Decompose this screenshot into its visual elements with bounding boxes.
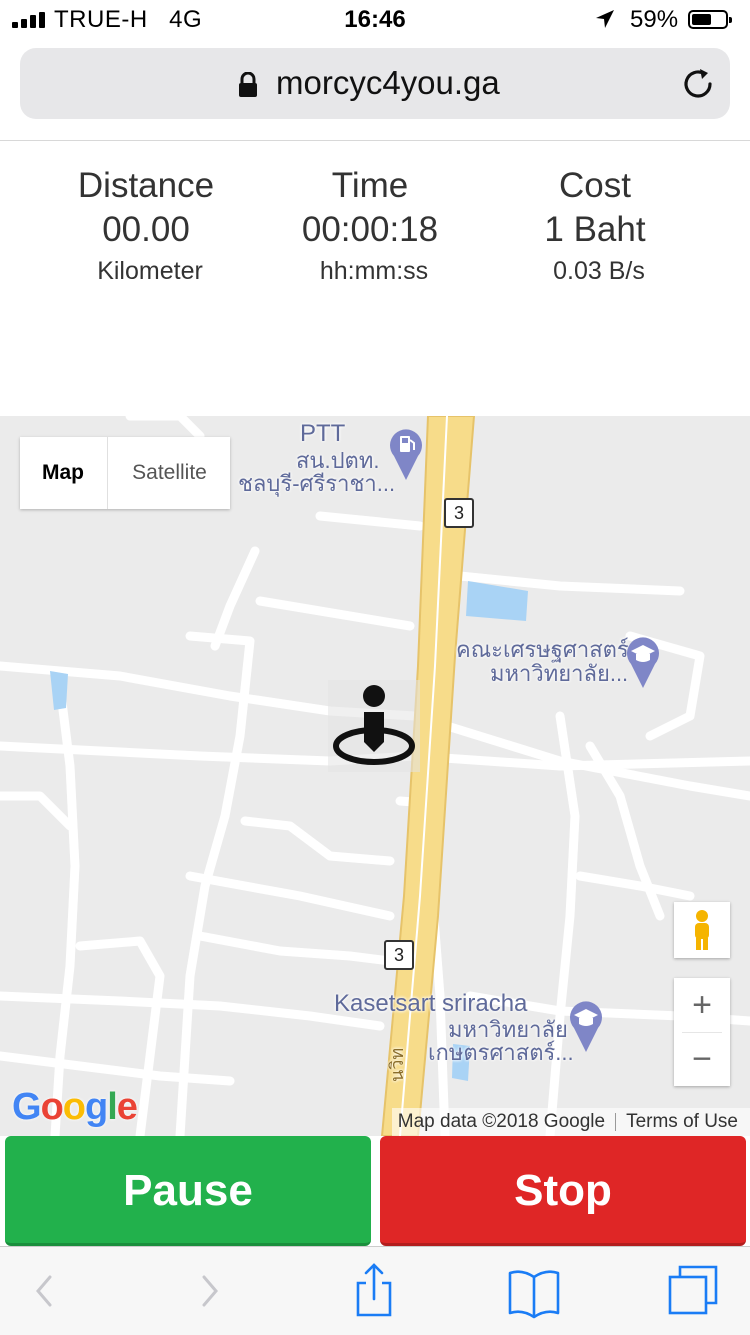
poi-ptt-title: PTT bbox=[300, 420, 346, 447]
map-attribution: Map data ©2018 Google Terms of Use bbox=[391, 1108, 750, 1136]
reload-icon[interactable] bbox=[680, 66, 716, 102]
battery-icon bbox=[688, 10, 732, 29]
tabs-icon[interactable] bbox=[664, 1261, 724, 1321]
back-icon[interactable] bbox=[14, 1261, 74, 1321]
map-type-control: Map Satellite bbox=[20, 437, 230, 509]
distance-value: 00.00 bbox=[102, 210, 190, 249]
distance-stat: Distance 00.00 Kilometer bbox=[46, 165, 246, 289]
bookmarks-icon[interactable] bbox=[504, 1261, 564, 1321]
cost-value: 1 Baht bbox=[544, 210, 646, 249]
road-shield: 3 bbox=[384, 940, 414, 970]
poi-kasetsart-line1: มหาวิทยาลัย bbox=[448, 1017, 568, 1042]
address-bar[interactable]: morcyc4you.ga bbox=[20, 48, 730, 119]
cost-label: Cost bbox=[559, 166, 631, 205]
poi-econ-line2: มหาวิทยาลัย... bbox=[490, 661, 629, 686]
pegman-icon bbox=[695, 910, 709, 950]
google-logo: Google bbox=[12, 1086, 138, 1128]
road-shield: 3 bbox=[444, 498, 474, 528]
map-type-map-button[interactable]: Map bbox=[20, 437, 106, 509]
distance-label: Distance bbox=[77, 166, 215, 205]
time-label: Time bbox=[331, 166, 409, 205]
distance-unit: Kilometer bbox=[97, 257, 203, 285]
school-pin-icon[interactable] bbox=[566, 998, 606, 1054]
zoom-control: + − bbox=[674, 978, 730, 1086]
school-pin-icon[interactable] bbox=[623, 634, 663, 690]
user-location-marker-icon bbox=[328, 680, 420, 772]
zoom-out-button[interactable]: − bbox=[674, 1032, 730, 1086]
browser-chrome: morcyc4you.ga bbox=[0, 40, 750, 141]
gas-station-pin-icon[interactable] bbox=[386, 426, 426, 482]
stop-button[interactable]: Stop bbox=[380, 1136, 746, 1246]
poi-kasetsart-line2: เกษตรศาสตร์... bbox=[428, 1040, 574, 1065]
poi-ptt-line1: สน.ปตท. bbox=[296, 448, 380, 473]
poi-kasetsart-title: Kasetsart sriracha bbox=[334, 990, 528, 1017]
trip-stats: Distance 00.00 Kilometer Time 00:00:18 h… bbox=[0, 141, 750, 416]
cost-stat: Cost 1 Baht 0.03 B/s bbox=[495, 165, 695, 289]
map-roads bbox=[0, 416, 750, 1136]
poi-ptt-line2: ชลบุรี-ศรีราชา... bbox=[238, 471, 396, 496]
cost-rate: 0.03 B/s bbox=[553, 257, 645, 285]
time-stat: Time 00:00:18 hh:mm:ss bbox=[270, 165, 470, 289]
map-data-label: Map data ©2018 Google bbox=[397, 1111, 606, 1132]
share-icon[interactable] bbox=[344, 1261, 404, 1321]
location-arrow-icon bbox=[596, 10, 614, 28]
poi-econ-line1: คณะเศรษฐศาสตร์ bbox=[456, 637, 629, 662]
url-text: morcyc4you.ga bbox=[276, 64, 500, 101]
browser-toolbar bbox=[0, 1246, 750, 1335]
time-value: 00:00:18 bbox=[301, 210, 439, 249]
map-type-satellite-button[interactable]: Satellite bbox=[107, 437, 231, 509]
status-bar: TRUE-H 4G 16:46 59% bbox=[0, 0, 750, 40]
street-view-pegman[interactable] bbox=[674, 902, 730, 958]
time-unit: hh:mm:ss bbox=[319, 257, 429, 285]
battery-percentage: 59% bbox=[630, 6, 679, 33]
pause-button[interactable]: Pause bbox=[5, 1136, 371, 1246]
zoom-in-button[interactable]: + bbox=[674, 978, 730, 1032]
road-name-label: นวิท bbox=[387, 1047, 407, 1082]
lock-icon bbox=[239, 72, 257, 97]
map-view[interactable]: Map Satellite PTT สน.ปตท. ชลบุรี-ศรีราชา… bbox=[0, 416, 750, 1136]
terms-of-use-link[interactable]: Terms of Use bbox=[626, 1111, 738, 1132]
forward-icon[interactable] bbox=[180, 1261, 240, 1321]
